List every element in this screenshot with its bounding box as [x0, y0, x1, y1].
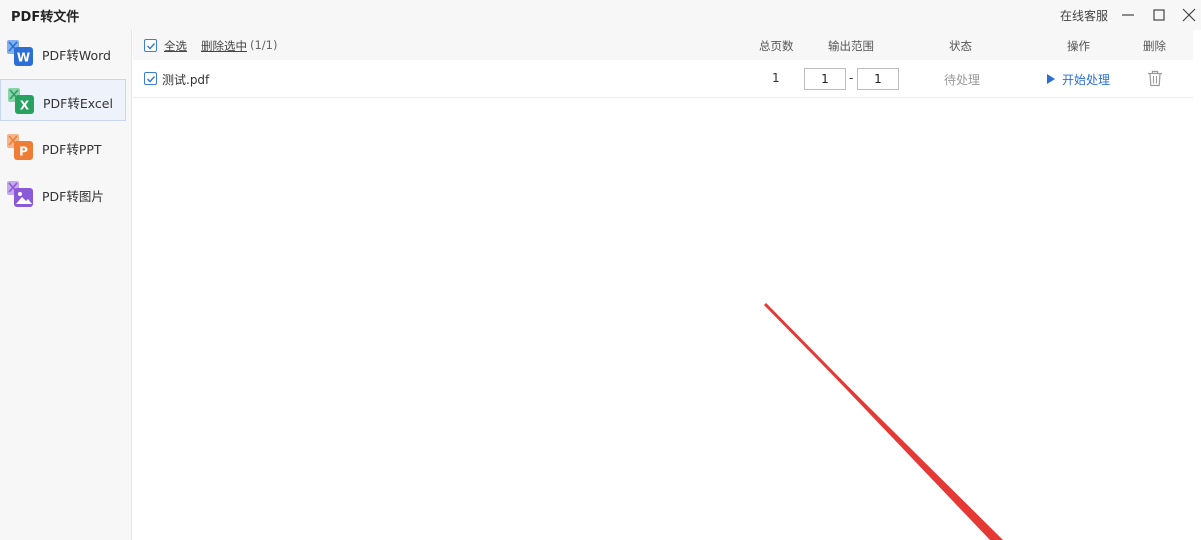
start-process-label: 开始处理 [1062, 73, 1111, 87]
svg-text:W: W [17, 51, 30, 65]
word-icon: W [7, 40, 33, 66]
range-start-input[interactable]: 1 [804, 68, 846, 90]
select-all-link[interactable]: 全选 [164, 38, 187, 54]
selected-count: (1/1) [250, 38, 278, 52]
title-bar: PDF转文件 在线客服 [0, 0, 1201, 30]
sidebar-item-ppt[interactable]: P PDF转PPT [0, 126, 126, 168]
minimize-button[interactable] [1114, 0, 1142, 30]
maximize-button[interactable] [1145, 0, 1173, 30]
minimize-icon [1122, 14, 1134, 16]
trash-icon[interactable] [1147, 70, 1163, 87]
check-icon [146, 75, 156, 83]
svg-text:P: P [19, 145, 28, 159]
sidebar-item-label: PDF转Word [42, 48, 111, 63]
range-separator: - [849, 71, 854, 85]
column-action: 操作 [1067, 39, 1090, 53]
image-icon [7, 181, 33, 207]
maximize-icon [1153, 9, 1165, 21]
online-service-link[interactable]: 在线客服 [1060, 7, 1108, 24]
excel-icon: X [8, 88, 34, 114]
sidebar-item-word[interactable]: W PDF转Word [0, 32, 126, 74]
sidebar-item-label: PDF转图片 [42, 189, 104, 204]
column-delete: 删除 [1143, 39, 1166, 53]
table-header: 全选 删除选中 (1/1) 总页数 输出范围 状态 操作 删除 [133, 30, 1193, 60]
column-total-pages: 总页数 [759, 39, 794, 53]
close-icon [1182, 8, 1196, 22]
range-end-input[interactable]: 1 [857, 68, 899, 90]
main-panel: 全选 删除选中 (1/1) 总页数 输出范围 状态 操作 删除 测试.pdf 1… [133, 30, 1201, 540]
column-output-range: 输出范围 [828, 39, 874, 53]
check-icon [146, 42, 156, 50]
file-total-pages: 1 [772, 71, 780, 85]
app-title: PDF转文件 [11, 10, 80, 25]
status-text: 待处理 [944, 73, 981, 87]
file-checkbox[interactable] [144, 72, 157, 85]
column-status: 状态 [949, 39, 972, 53]
file-name: 测试.pdf [162, 73, 210, 87]
sidebar-item-label: PDF转Excel [43, 96, 113, 111]
sidebar-item-excel[interactable]: X PDF转Excel [0, 79, 126, 121]
select-all-checkbox[interactable] [144, 39, 157, 52]
play-icon [1047, 74, 1055, 84]
sidebar-item-image[interactable]: PDF转图片 [0, 173, 126, 215]
sidebar-item-label: PDF转PPT [42, 142, 102, 157]
close-button[interactable] [1175, 0, 1201, 30]
delete-selected-link[interactable]: 删除选中 [201, 38, 247, 54]
svg-text:X: X [20, 99, 30, 113]
ppt-icon: P [7, 134, 33, 160]
table-row: 测试.pdf 1 1 - 1 待处理 开始处理 [133, 60, 1193, 98]
sidebar: W PDF转Word X PDF转Excel P PDF转PPT PDF转图片 [0, 30, 132, 540]
